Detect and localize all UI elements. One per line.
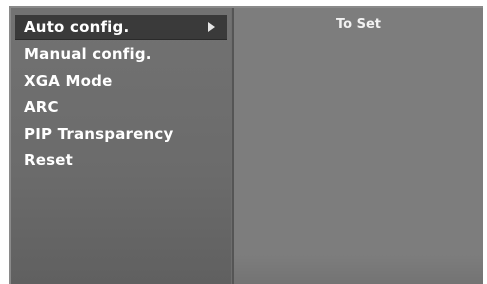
detail-panel: To Set: [232, 8, 483, 284]
menu-item-arc[interactable]: ARC: [15, 94, 227, 119]
menu-list: Auto config. Manual config. XGA Mode ARC…: [11, 8, 231, 284]
menu-item-xga-mode[interactable]: XGA Mode: [15, 68, 227, 93]
menu-item-manual-config[interactable]: Manual config.: [15, 41, 227, 66]
detail-title: To Set: [336, 17, 381, 32]
menu-item-label: PIP Transparency: [24, 124, 174, 143]
menu-item-auto-config[interactable]: Auto config.: [15, 15, 227, 40]
menu-item-label: Manual config.: [24, 44, 152, 63]
menu-item-label: Reset: [24, 150, 73, 169]
menu-item-pip-transparency[interactable]: PIP Transparency: [15, 121, 227, 146]
menu-item-reset[interactable]: Reset: [15, 147, 227, 172]
right-arrow-icon: [208, 22, 215, 32]
menu-item-label: XGA Mode: [24, 71, 113, 90]
menu-item-label: ARC: [24, 97, 59, 116]
menu-item-label: Auto config.: [24, 18, 130, 36]
osd-menu: Auto config. Manual config. XGA Mode ARC…: [9, 6, 483, 284]
panel-fade: [234, 254, 483, 284]
